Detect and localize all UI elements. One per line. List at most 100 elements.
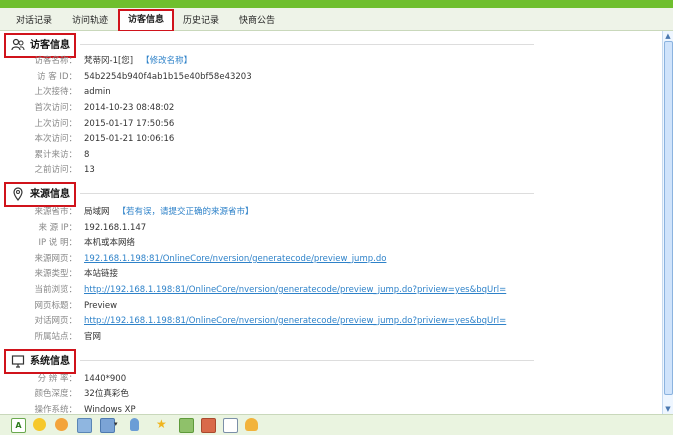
favorite-icon[interactable]: ★ [156,418,169,431]
field-label: 分 辨 率： [37,374,77,384]
info-row: 首次访问： 2014-10-23 08:48:02 [0,101,660,116]
divider [80,44,534,45]
info-row: 来源网页： 192.168.1.198:81/OnlineCore/nversio… [0,252,660,267]
microphone-icon[interactable] [130,418,139,431]
tab-visit-trail[interactable]: 访问轨迹 [72,13,108,26]
monitor-icon [11,355,25,368]
info-row: 上次接待： admin [0,85,660,100]
system-info-header: 系统信息 [4,349,76,374]
field-value: 2014-10-23 08:48:02 [84,103,175,113]
section-source-info: 来源信息 [4,182,534,207]
info-row: IP 说 明： 本机或本网络 [0,236,660,251]
field-label: 来源类型： [34,269,77,279]
vertical-scrollbar[interactable]: ▲ ▼ [662,31,673,414]
source-page-link[interactable]: 192.168.1.198:81/OnlineCore/nversion/gen… [84,252,386,267]
info-row: 访客名称： 梵蒂冈-1[您] 【修改名称】 [0,54,660,69]
info-row: 之前访问： 13 [0,163,660,178]
field-label: 上次接待： [34,87,77,97]
field-value: 本机或本网络 [84,238,136,248]
info-row: 所属站点： 官网 [0,330,660,345]
source-region: 局域网 [84,207,110,217]
visitor-name: 梵蒂冈-1[您] [84,56,134,66]
info-row: 分 辨 率： 1440*900 [0,372,660,387]
edit-icon[interactable] [223,418,238,433]
scrollbar-thumb[interactable] [664,41,673,395]
field-value: 8 [84,150,90,160]
divider [80,193,534,194]
tab-visitor-info[interactable]: 访客信息 [118,9,175,32]
info-row: 操作系统： Windows XP [0,403,660,414]
field-value: 1440*900 [84,374,127,384]
scroll-up-icon[interactable]: ▲ [664,32,672,40]
field-value: 梵蒂冈-1[您] 【修改名称】 [84,54,192,69]
window-top-border [0,0,673,8]
field-label: IP 说 明： [38,238,77,248]
visitors-icon [11,38,25,51]
info-panel: 访客信息 访客名称： 梵蒂冈-1[您] 【修改名称】 访 客 ID： 54b2254… [0,31,662,414]
field-label: 来源网页： [34,254,77,264]
current-page-link[interactable]: http://192.168.1.198:81/OnlineCore/nvers… [84,283,506,298]
section-title: 来源信息 [30,189,70,200]
file-transfer-icon[interactable] [201,418,216,433]
field-label: 累计来访： [34,150,77,160]
section-title: 访客信息 [30,40,70,51]
field-value: Preview [84,301,118,311]
screen-capture-icon[interactable] [100,418,115,433]
chat-page-link[interactable]: http://192.168.1.198:81/OnlineCore/nvers… [84,314,506,329]
field-label: 上次访问： [34,119,77,129]
emoji-icon[interactable] [33,418,46,431]
chat-toolbar: A ▾ ★ [0,414,673,435]
field-value: 局域网 【若有误，请提交正确的来源省市】 [84,205,254,220]
field-value: 54b2254b940f4ab1b15e40bf58e43203 [84,72,252,82]
source-info-header: 来源信息 [4,182,76,207]
field-label: 来源省市： [34,207,77,217]
tab-announcement[interactable]: 快商公告 [239,13,275,26]
emoji-alt-icon[interactable] [55,418,68,431]
info-row: 当前浏览： http://192.168.1.198:81/OnlineCore/… [0,283,660,298]
tab-history[interactable]: 历史记录 [183,13,219,26]
field-label: 当前浏览： [34,285,77,295]
user-icon[interactable] [245,418,258,431]
field-label: 之前访问： [34,165,77,175]
field-value: 13 [84,165,95,175]
field-label: 来 源 IP： [38,223,77,233]
screenshot-icon[interactable] [77,418,92,433]
rename-link[interactable]: 【修改名称】 [141,56,192,66]
section-title: 系统信息 [30,356,70,367]
info-row: 上次访问： 2015-01-17 17:50:56 [0,117,660,132]
field-label: 对话网页： [34,316,77,326]
dropdown-icon[interactable]: ▾ [114,418,121,431]
field-label: 网页标题： [34,301,77,311]
section-visitor-info: 访客信息 [4,33,534,58]
field-label: 访客名称： [34,56,77,66]
info-row: 对话网页： http://192.168.1.198:81/OnlineCore/… [0,314,660,329]
field-value: 2015-01-17 17:50:56 [84,119,175,129]
quick-reply-icon[interactable] [179,418,194,433]
font-icon[interactable]: A [11,418,26,433]
field-value: 2015-01-21 10:06:16 [84,134,175,144]
field-label: 颜色深度： [34,389,77,399]
section-system-info: 系统信息 [4,349,534,374]
info-row: 本次访问： 2015-01-21 10:06:16 [0,132,660,147]
tab-bar: 对话记录 访问轨迹 访客信息 历史记录 快商公告 [0,8,673,32]
correct-region-link[interactable]: 【若有误，请提交正确的来源省市】 [118,207,254,217]
field-label: 访 客 ID： [37,72,77,82]
field-value: 本站链接 [84,269,119,279]
info-row: 颜色深度： 32位真彩色 [0,387,660,402]
field-value: Windows XP [84,405,136,414]
divider [80,360,534,361]
scroll-down-icon[interactable]: ▼ [664,405,672,413]
tab-chat-record[interactable]: 对话记录 [16,13,52,26]
info-row: 来 源 IP： 192.168.1.147 [0,221,660,236]
info-row: 累计来访： 8 [0,148,660,163]
field-label: 所属站点： [34,332,77,342]
field-value: 官网 [84,332,102,342]
info-row: 来源省市： 局域网 【若有误，请提交正确的来源省市】 [0,205,660,220]
info-row: 网页标题： Preview [0,299,660,314]
location-pin-icon [13,187,23,201]
field-label: 首次访问： [34,103,77,113]
info-row: 访 客 ID： 54b2254b940f4ab1b15e40bf58e43203 [0,70,660,85]
field-label: 操作系统： [34,405,77,414]
field-label: 本次访问： [34,134,77,144]
field-value: admin [84,87,111,97]
